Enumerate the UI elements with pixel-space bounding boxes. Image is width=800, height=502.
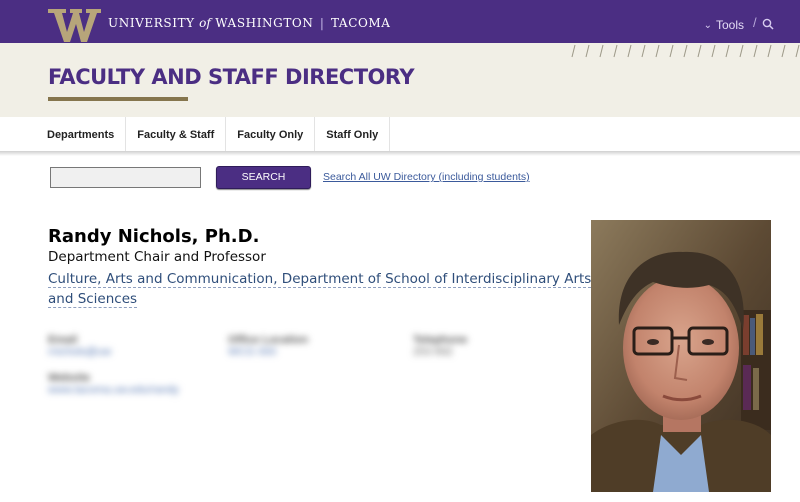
- person-name: Randy Nichols, Ph.D.: [48, 226, 260, 247]
- decorative-slashes: [571, 44, 800, 58]
- contact-office[interactable]: Office Location WCG 000: [228, 334, 308, 358]
- chevron-down-icon: ⌄: [703, 19, 712, 31]
- contact-phone: Telephone 253 692: [413, 334, 468, 358]
- tab-faculty-staff[interactable]: Faculty & Staff: [126, 117, 227, 154]
- tab-faculty-only[interactable]: Faculty Only: [226, 117, 316, 154]
- directory-search-input[interactable]: [50, 167, 201, 188]
- top-bar: UNIVERSITY of WASHINGTON | TACOMA ⌄ Tool…: [0, 0, 800, 43]
- title-underline: [48, 97, 188, 101]
- tools-label: Tools: [715, 18, 744, 32]
- tab-departments[interactable]: Departments: [36, 117, 127, 154]
- search-directory-button[interactable]: SEARCH DIRECTORY: [216, 166, 311, 204]
- search-all-uw-link[interactable]: Search All UW Directory (including stude…: [323, 171, 530, 183]
- divider-slash: /: [753, 15, 757, 30]
- contact-website[interactable]: Website www.tacoma.uw.edu/randy: [48, 372, 179, 396]
- contact-email[interactable]: Email rnichols@uw: [48, 334, 111, 358]
- person-title: Department Chair and Professor: [48, 249, 266, 265]
- department-link[interactable]: Culture, Arts and Communication, Departm…: [48, 271, 592, 308]
- uw-w-logo[interactable]: [46, 6, 102, 44]
- search-icon[interactable]: [762, 18, 774, 30]
- tab-staff-only[interactable]: Staff Only: [315, 117, 391, 154]
- nav-tabs: Departments Faculty & Staff Faculty Only…: [36, 117, 391, 154]
- person-photo-icon: [591, 220, 771, 492]
- title-band: FACULTY AND STAFF DIRECTORY: [0, 43, 800, 117]
- department-link-wrapper: Culture, Arts and Communication, Departm…: [48, 269, 593, 309]
- university-wordmark[interactable]: UNIVERSITY of WASHINGTON | TACOMA: [108, 16, 391, 30]
- page-title: FACULTY AND STAFF DIRECTORY: [48, 65, 415, 89]
- profile-photo: [591, 220, 771, 492]
- directory-nav: Departments Faculty & Staff Faculty Only…: [0, 117, 800, 154]
- tools-menu-button[interactable]: ⌄ Tools: [704, 18, 744, 32]
- nav-shadow: [0, 151, 800, 156]
